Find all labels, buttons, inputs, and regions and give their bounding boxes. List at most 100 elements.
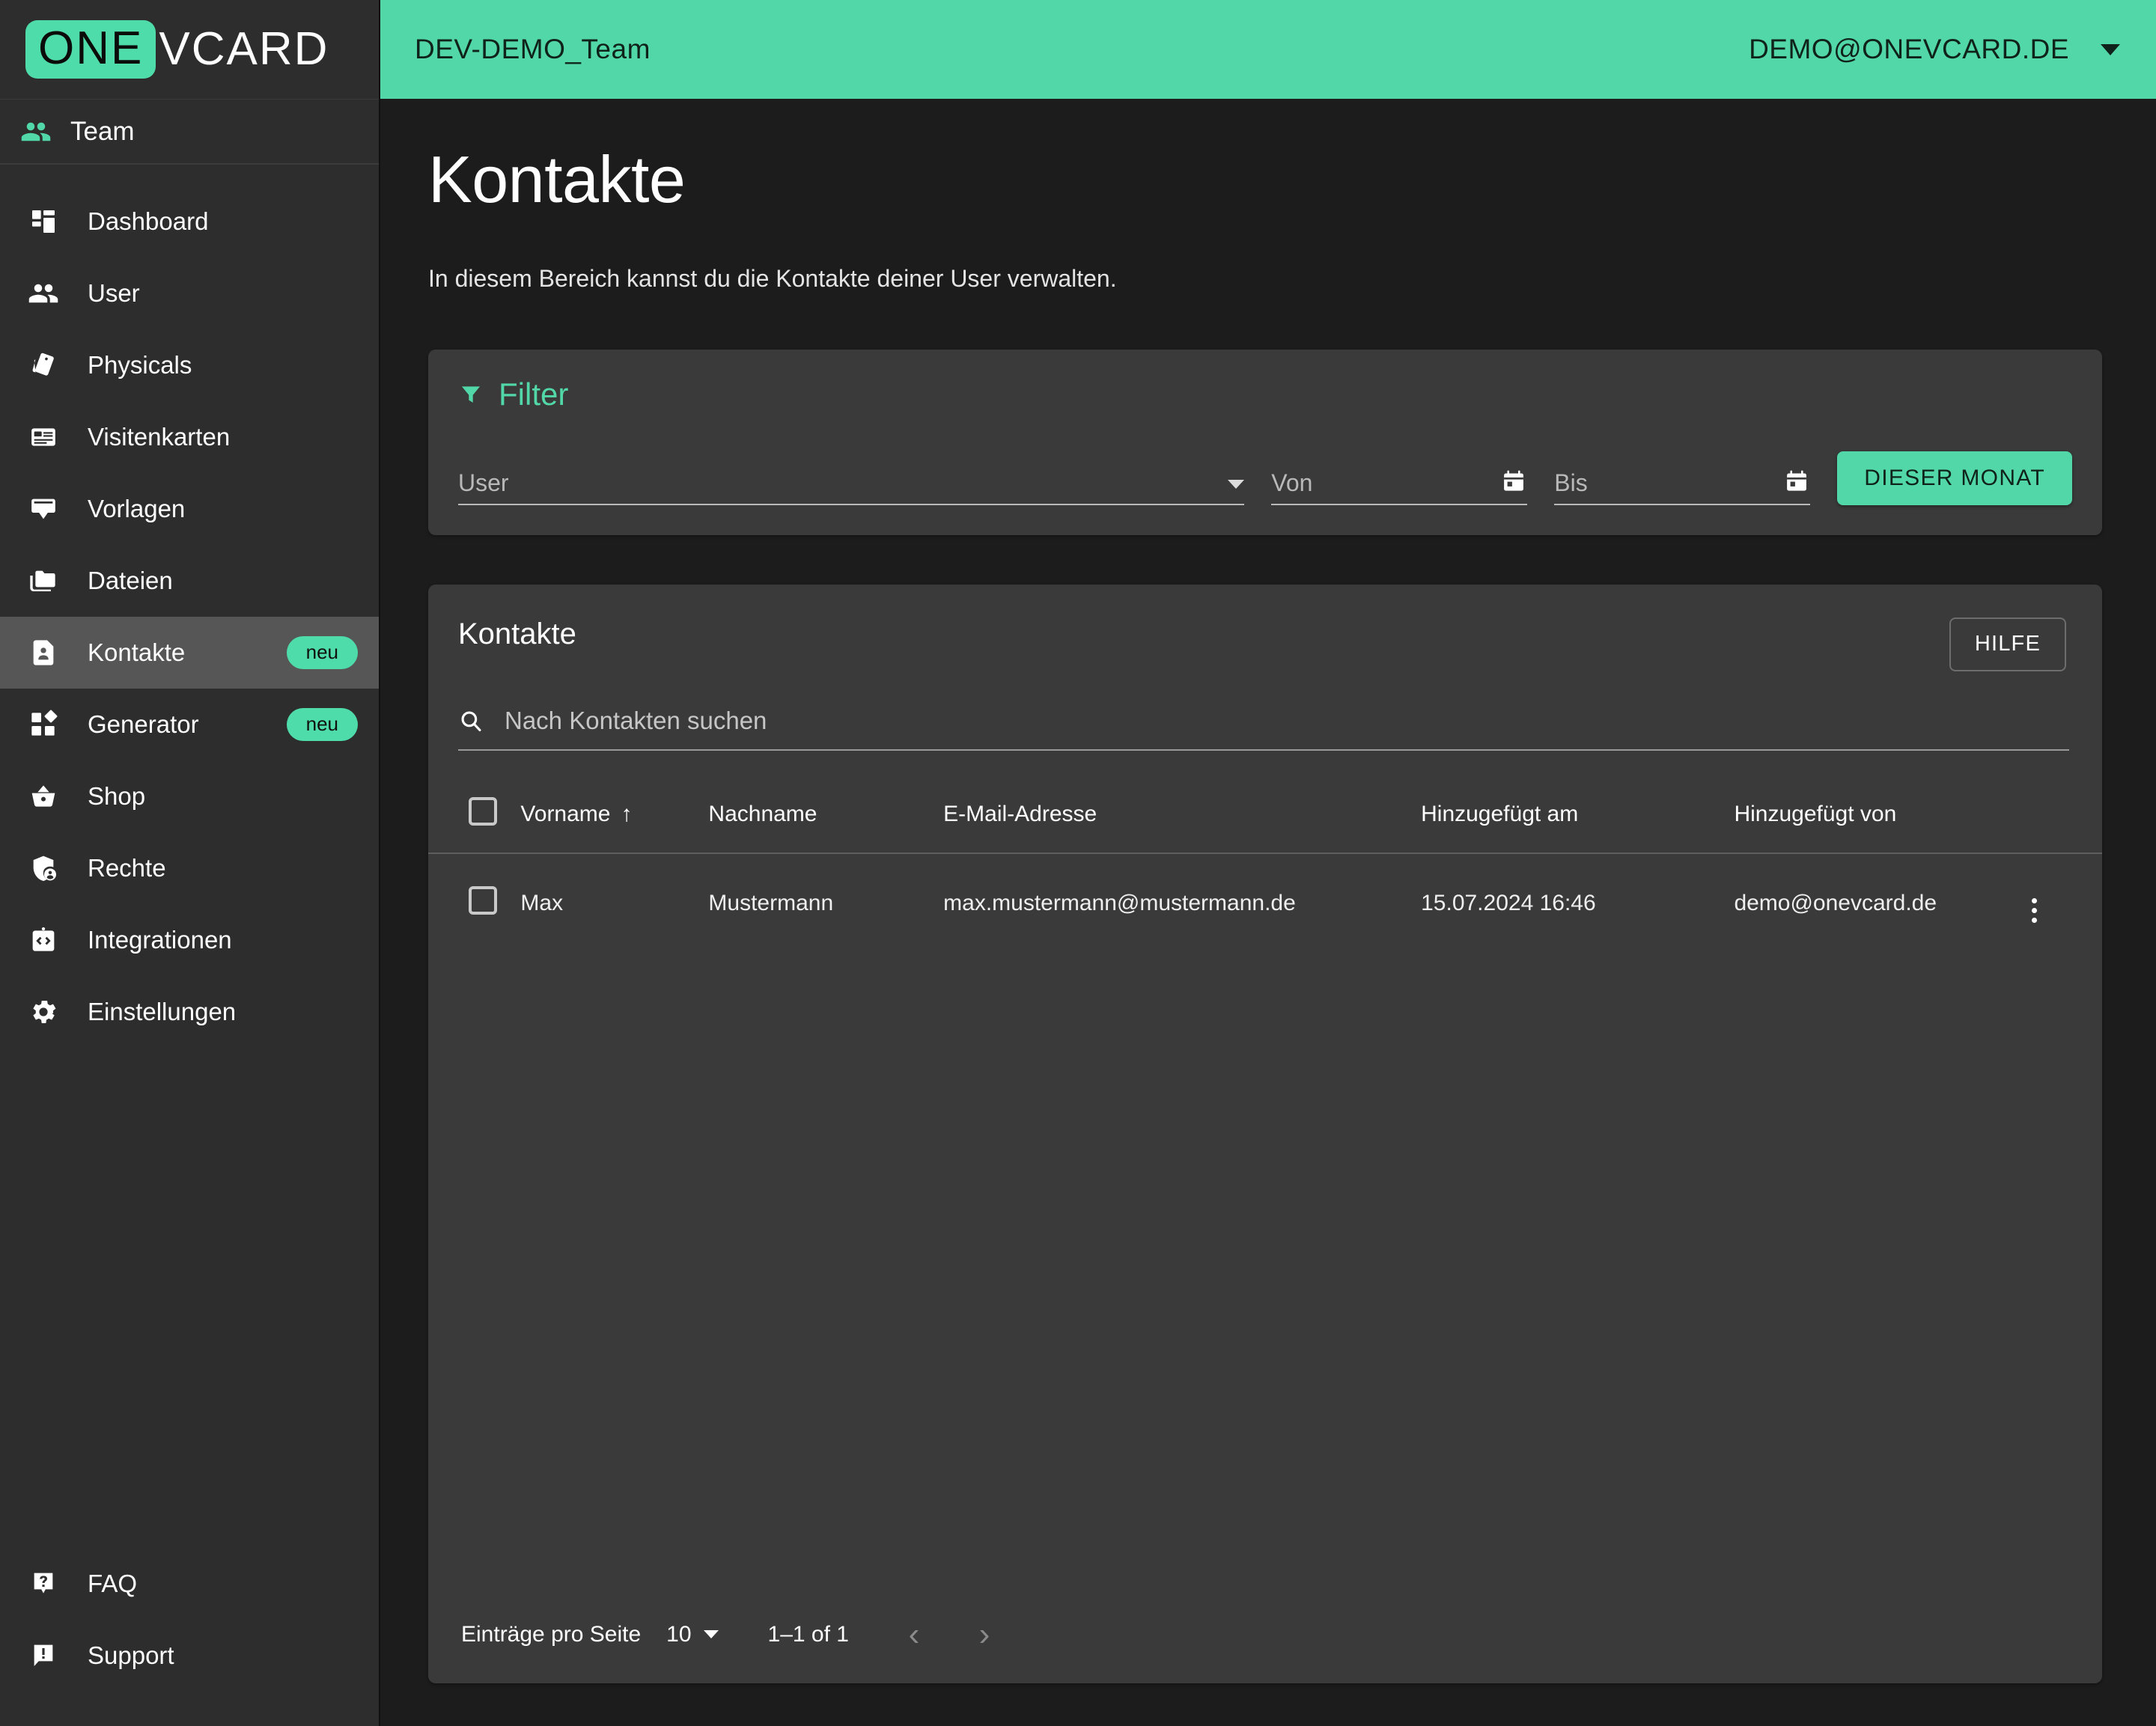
user-select-placeholder: User [458, 469, 509, 496]
select-all-header [428, 775, 521, 854]
chevron-right-icon[interactable]: › [961, 1611, 1008, 1658]
sidebar-item-label: Dashboard [88, 207, 209, 235]
sidebar-item-dashboard[interactable]: Dashboard [0, 186, 379, 257]
table-row[interactable]: Max Mustermann max.mustermann@mustermann… [428, 853, 2102, 953]
template-icon [18, 494, 69, 524]
contacts-search-placeholder: Nach Kontakten suchen [505, 706, 767, 734]
column-label-vorname: Vorname [520, 801, 611, 826]
cell-vorname: Max [520, 890, 564, 915]
caret-down-icon [703, 1630, 719, 1639]
sidebar-item-support[interactable]: Support [0, 1620, 379, 1692]
sidebar-item-generator[interactable]: Generator neu [0, 689, 379, 760]
sidebar-item-label: Rechte [88, 854, 166, 882]
per-page-value: 10 [666, 1621, 692, 1647]
table-header-row: Vorname ↑ Nachname E-Mail-Adresse Hinzuge… [428, 775, 2102, 854]
contacts-card: Kontakte HILFE Nach Kontakten suchen Vor… [428, 584, 2102, 1683]
sidebar-item-visitenkarten[interactable]: Visitenkarten [0, 401, 379, 473]
shield-user-icon [18, 853, 69, 883]
code-badge-icon [18, 925, 69, 955]
date-to-field[interactable]: Bis [1554, 462, 1811, 505]
row-actions-cell [2031, 853, 2102, 953]
sidebar-item-kontakte[interactable]: Kontakte neu [0, 617, 379, 689]
logo-vcard-text: VCARD [159, 23, 329, 75]
question-bubble-icon [18, 1569, 69, 1599]
help-button[interactable]: HILFE [1949, 617, 2066, 671]
sidebar-item-label: Integrationen [88, 926, 232, 954]
sidebar-item-faq[interactable]: FAQ [0, 1548, 379, 1620]
page-title: Kontakte [428, 142, 686, 216]
chevron-left-icon[interactable]: ‹ [891, 1611, 937, 1658]
app-root: ONE VCARD Team Dashboard User Physicals … [0, 0, 2156, 1726]
contact-page-icon [18, 638, 69, 668]
sidebar-nav: Dashboard User Physicals Visitenkarten V… [0, 165, 379, 1548]
per-page-select[interactable]: 10 [666, 1621, 719, 1647]
account-email: DEMO@ONEVCARD.DE [1749, 34, 2069, 64]
caret-down-icon [1228, 479, 1245, 489]
filter-title-text: Filter [499, 376, 569, 412]
this-month-button[interactable]: DIESER MONAT [1837, 451, 2072, 505]
date-to-placeholder: Bis [1554, 469, 1588, 496]
per-page-label: Einträge pro Seite [461, 1621, 642, 1647]
sidebar-item-dateien[interactable]: Dateien [0, 545, 379, 617]
basket-icon [18, 781, 69, 811]
account-menu[interactable]: DEMO@ONEVCARD.DE [1749, 34, 2120, 65]
sidebar-badge-neu: neu [286, 708, 358, 741]
search-icon [458, 708, 484, 734]
sidebar-badge-neu: neu [286, 636, 358, 669]
pagination-range: 1–1 of 1 [767, 1621, 849, 1647]
sidebar-item-einstellungen[interactable]: Einstellungen [0, 976, 379, 1048]
dashboard-icon [18, 207, 69, 237]
logo-one-text: ONE [25, 20, 156, 79]
page-description: In diesem Bereich kannst du die Kontakte… [428, 264, 1117, 292]
sidebar-item-rechte[interactable]: Rechte [0, 832, 379, 904]
sidebar-item-label: Shop [88, 782, 146, 810]
sidebar-item-label: Support [88, 1641, 174, 1669]
column-header-email[interactable]: E-Mail-Adresse [943, 775, 1422, 854]
header-team-name: DEV-DEMO_Team [415, 34, 651, 64]
sidebar-item-shop[interactable]: Shop [0, 760, 379, 832]
sidebar-item-label: User [88, 279, 140, 307]
app-logo[interactable]: ONE VCARD [0, 0, 379, 99]
cell-hinzugefuegt-von: demo@onevcard.de [1734, 890, 1937, 915]
generator-icon [18, 710, 69, 740]
filter-heading: Filter [458, 376, 2072, 412]
column-header-vorname[interactable]: Vorname ↑ [520, 775, 709, 854]
logo-wordmark: ONE VCARD [25, 20, 329, 79]
cards-icon [18, 350, 69, 380]
sidebar-item-vorlagen[interactable]: Vorlagen [0, 473, 379, 545]
contacts-search[interactable]: Nach Kontakten suchen [458, 704, 2069, 751]
sidebar-item-physicals[interactable]: Physicals [0, 329, 379, 401]
row-checkbox[interactable] [469, 885, 497, 915]
cell-nachname: Mustermann [708, 890, 834, 915]
people-icon [18, 278, 69, 309]
sidebar-item-label: Visitenkarten [88, 423, 231, 451]
pagination: Einträge pro Seite 10 1–1 of 1 ‹ › [428, 1586, 2102, 1683]
arrow-up-icon: ↑ [621, 801, 633, 826]
business-card-icon [18, 422, 69, 452]
calendar-icon[interactable] [1783, 468, 1810, 495]
sidebar-team-section[interactable]: Team [0, 99, 379, 165]
more-vert-icon[interactable] [2031, 897, 2037, 923]
top-header: DEV-DEMO_Team DEMO@ONEVCARD.DE [380, 0, 2156, 99]
column-header-hinzugefuegt-am[interactable]: Hinzugefügt am [1421, 775, 1735, 854]
chevron-down-icon [2101, 43, 2120, 55]
date-from-field[interactable]: Von [1271, 462, 1528, 505]
sidebar-item-label: Generator [88, 710, 199, 738]
contacts-card-title: Kontakte [458, 617, 576, 650]
user-select[interactable]: User [458, 462, 1245, 505]
contacts-card-header: Kontakte HILFE [428, 585, 2102, 671]
sidebar-bottom-nav: FAQ Support [0, 1548, 379, 1726]
cell-email: max.mustermann@mustermann.de [943, 890, 1296, 915]
column-header-hinzugefuegt-von[interactable]: Hinzugefügt von [1734, 775, 2032, 854]
filter-card: Filter User Von Bis DIESER MONAT [428, 349, 2102, 535]
column-header-nachname[interactable]: Nachname [708, 775, 944, 854]
contacts-table-head: Vorname ↑ Nachname E-Mail-Adresse Hinzuge… [428, 775, 2102, 854]
sidebar-item-integrationen[interactable]: Integrationen [0, 904, 379, 976]
contacts-table: Vorname ↑ Nachname E-Mail-Adresse Hinzuge… [428, 775, 2102, 953]
sidebar-item-label: Kontakte [88, 638, 186, 666]
sidebar-item-label: FAQ [88, 1570, 138, 1597]
select-all-checkbox[interactable] [469, 796, 497, 826]
sidebar-item-user[interactable]: User [0, 257, 379, 329]
table-empty-space [428, 953, 2102, 1586]
calendar-icon[interactable] [1500, 468, 1527, 495]
